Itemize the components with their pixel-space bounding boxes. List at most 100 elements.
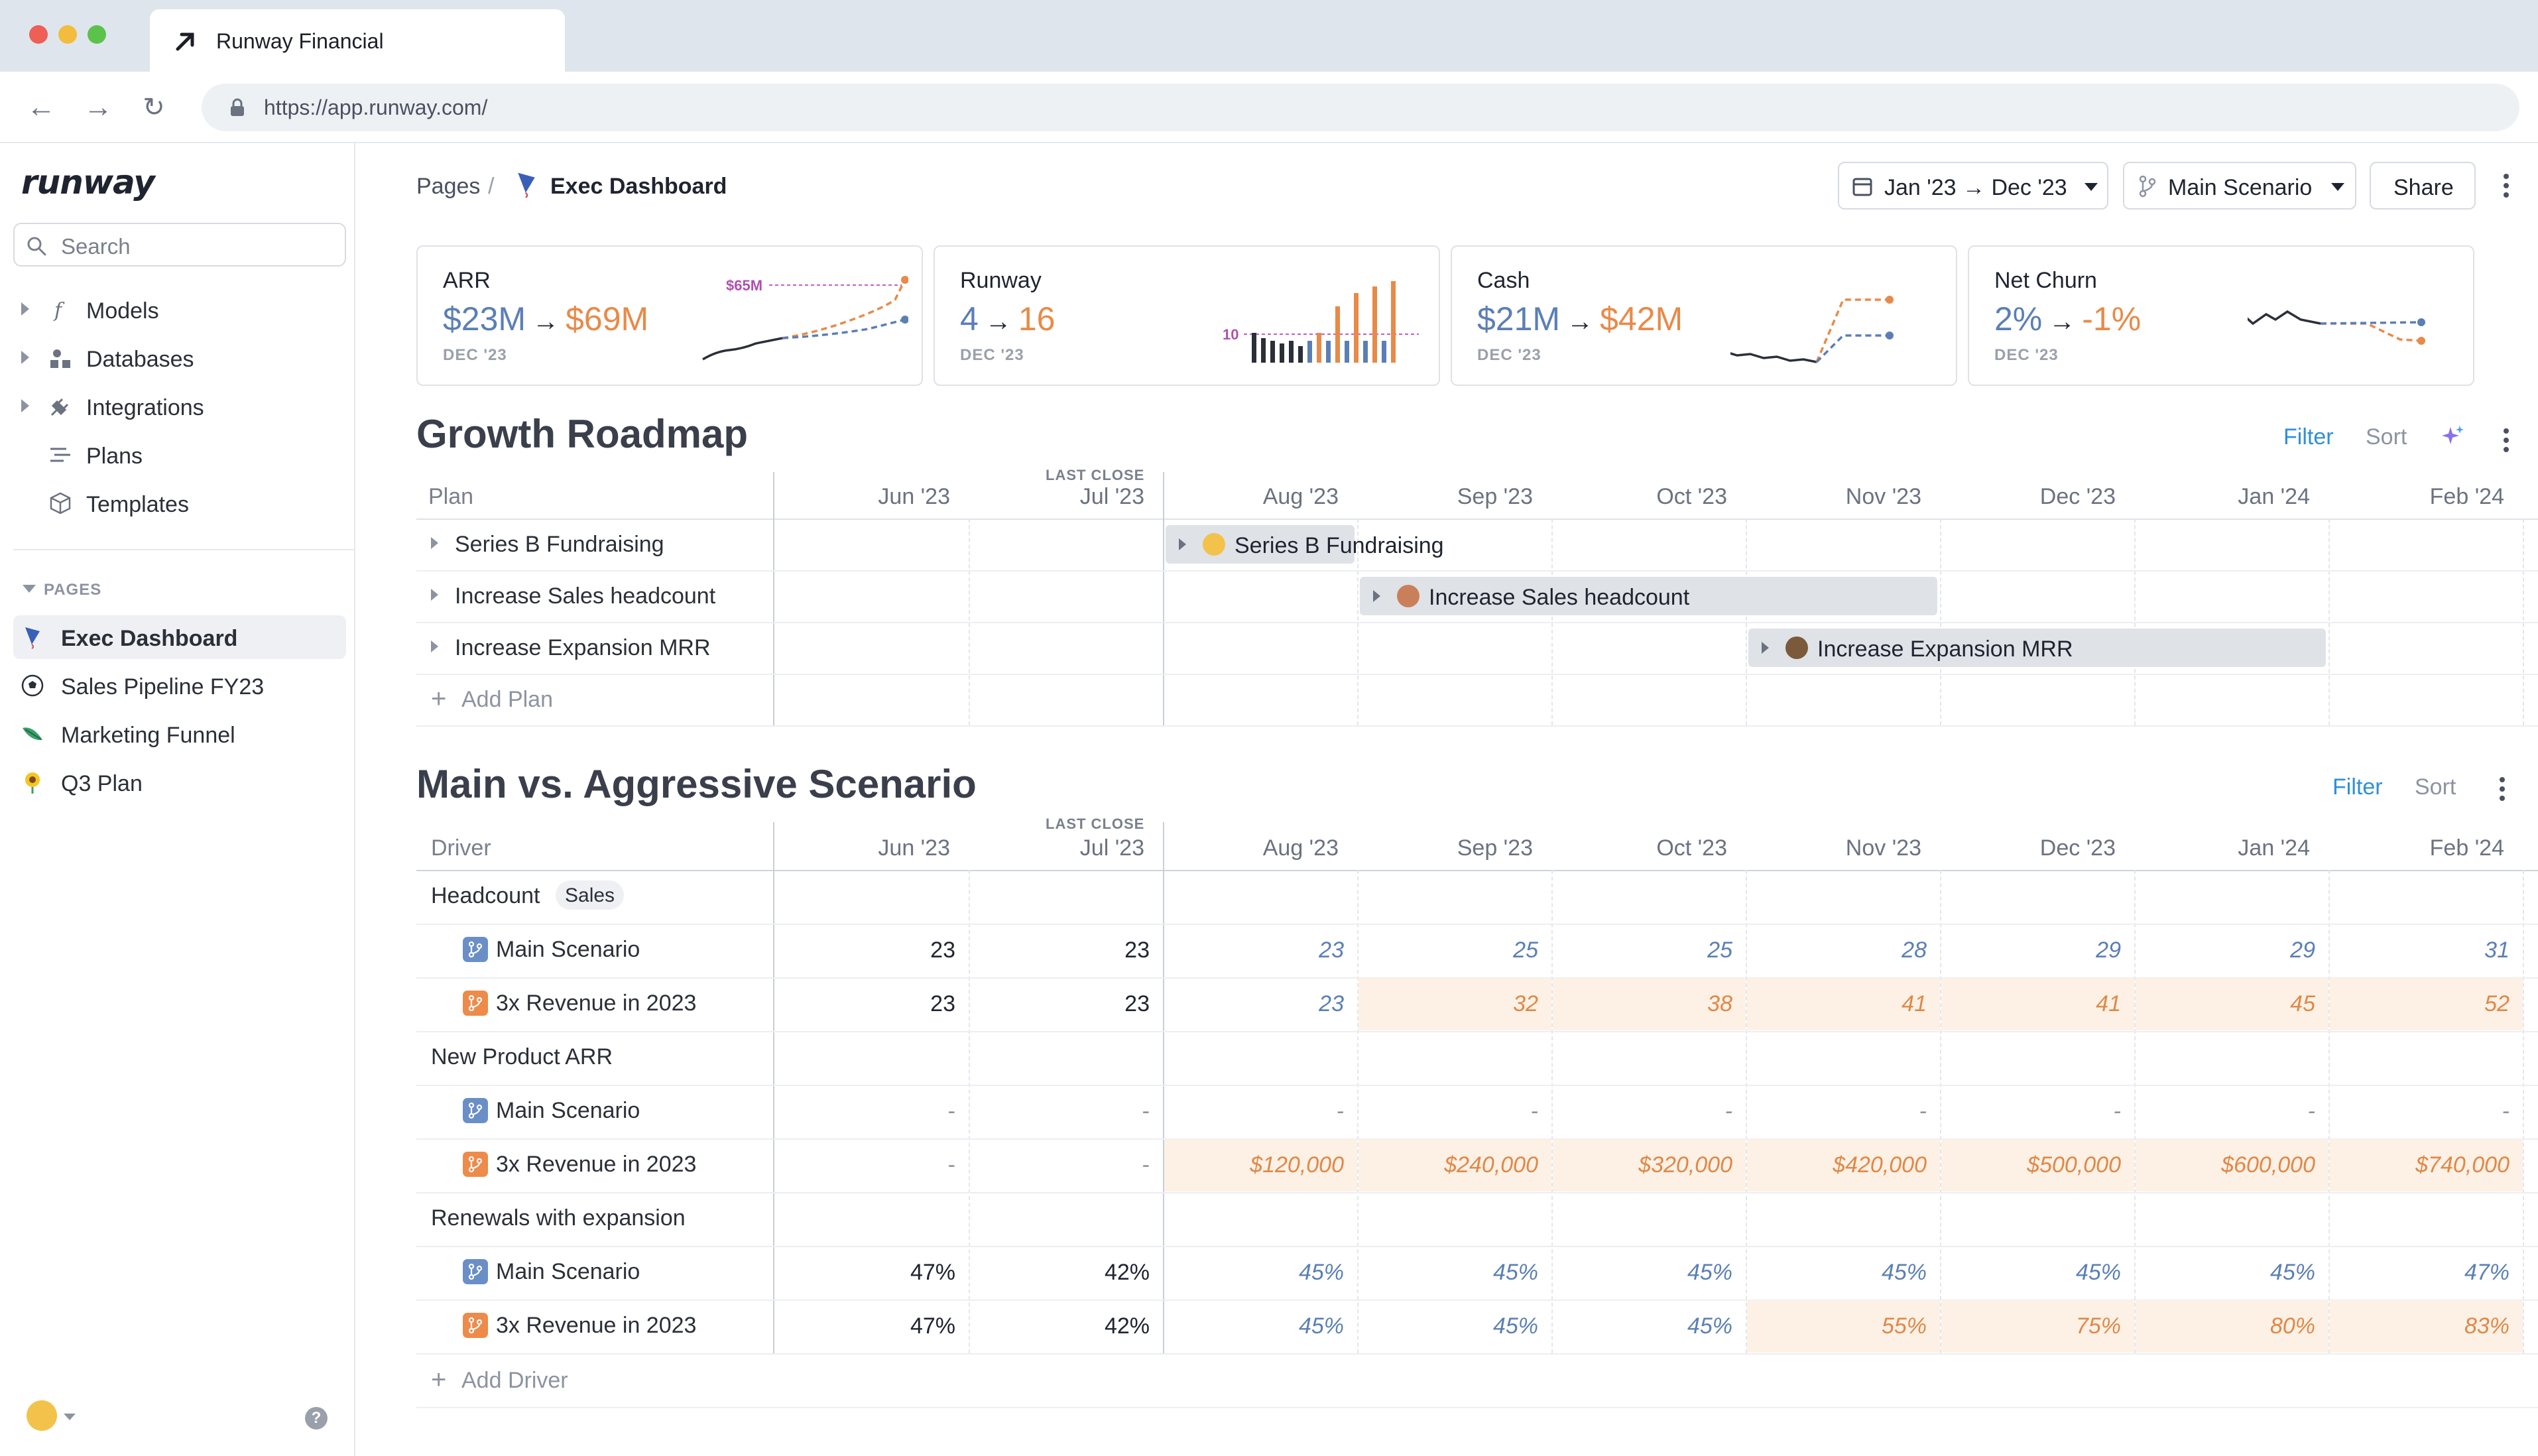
gantt-bar[interactable]: Series B Fundraising: [1166, 525, 1444, 564]
sidebar-item-templates[interactable]: Templates: [13, 481, 346, 525]
runway-logo[interactable]: runway: [21, 163, 155, 202]
table-cell[interactable]: 23: [776, 924, 969, 977]
scenario-more-icon[interactable]: [2489, 769, 2515, 809]
table-cell[interactable]: 75%: [1941, 1300, 2134, 1353]
scenario-row[interactable]: Main Scenario: [416, 924, 774, 977]
sidebar-page-sales-pipeline[interactable]: Sales Pipeline FY23: [13, 664, 346, 707]
table-cell[interactable]: $420,000: [1747, 1139, 1940, 1191]
pages-section-header[interactable]: PAGES: [20, 581, 101, 599]
expand-caret-icon[interactable]: [431, 589, 438, 601]
table-cell[interactable]: 83%: [2330, 1300, 2523, 1353]
kpi-card-net-churn[interactable]: Net Churn 2% → -1% DEC '23: [1968, 245, 2474, 386]
sparkle-ai-icon[interactable]: [2440, 423, 2466, 450]
sidebar-item-models[interactable]: f Models: [13, 288, 346, 332]
table-cell[interactable]: 23: [1164, 978, 1357, 1030]
expand-caret-icon[interactable]: [1179, 538, 1186, 550]
table-cell[interactable]: -: [2136, 1085, 2328, 1138]
scenario-row[interactable]: 3x Revenue in 2023: [416, 1138, 774, 1192]
table-cell[interactable]: 47%: [776, 1246, 969, 1299]
table-cell[interactable]: 25: [1553, 924, 1746, 977]
table-cell[interactable]: 23: [970, 978, 1163, 1030]
table-cell[interactable]: -: [2330, 1085, 2523, 1138]
window-minimize-button[interactable]: [58, 25, 77, 44]
forward-arrow-icon[interactable]: →: [81, 90, 115, 125]
table-cell[interactable]: 29: [1941, 924, 2134, 977]
table-cell[interactable]: 45%: [1941, 1246, 2134, 1299]
driver-group-row[interactable]: Renewals with expansion: [416, 1192, 774, 1246]
table-cell[interactable]: 29: [2136, 924, 2328, 977]
table-cell[interactable]: 45%: [1747, 1246, 1940, 1299]
table-cell[interactable]: 55%: [1747, 1300, 1940, 1353]
table-cell[interactable]: 47%: [776, 1300, 969, 1353]
expand-caret-icon[interactable]: [21, 302, 29, 316]
driver-group-row[interactable]: Headcount Sales: [416, 870, 774, 924]
table-cell[interactable]: 41: [1747, 978, 1940, 1030]
table-cell[interactable]: -: [1941, 1085, 2134, 1138]
expand-caret-icon[interactable]: [431, 537, 438, 549]
table-cell[interactable]: 38: [1553, 978, 1746, 1030]
table-cell[interactable]: 47%: [2330, 1246, 2523, 1299]
table-cell[interactable]: 41: [1941, 978, 2134, 1030]
gantt-bar[interactable]: Increase Sales headcount: [1360, 577, 1937, 615]
address-bar[interactable]: https://app.runway.com/: [202, 84, 2519, 131]
date-range-select[interactable]: Jan '23 → Dec '23: [1838, 162, 2108, 210]
scenario-row[interactable]: Main Scenario: [416, 1246, 774, 1300]
table-cell[interactable]: $120,000: [1164, 1139, 1357, 1191]
sidebar-item-plans[interactable]: Plans: [13, 433, 346, 477]
kpi-card-arr[interactable]: ARR $23M → $69M DEC '23 $65M: [416, 245, 923, 386]
expand-caret-icon[interactable]: [431, 640, 438, 652]
sidebar-item-integrations[interactable]: Integrations: [13, 385, 346, 428]
sidebar-item-databases[interactable]: Databases: [13, 336, 346, 380]
table-cell[interactable]: 45: [2136, 978, 2328, 1030]
more-options-icon[interactable]: [2493, 166, 2519, 206]
sidebar-page-q3-plan[interactable]: Q3 Plan: [13, 760, 346, 804]
window-maximize-button[interactable]: [88, 25, 106, 44]
sidebar-page-exec-dashboard[interactable]: Exec Dashboard: [13, 615, 346, 659]
roadmap-filter-button[interactable]: Filter: [2283, 424, 2334, 450]
roadmap-more-icon[interactable]: [2493, 420, 2519, 460]
table-cell[interactable]: $740,000: [2330, 1139, 2523, 1191]
browser-tab[interactable]: Runway Financial: [150, 9, 565, 73]
kpi-card-cash[interactable]: Cash $21M → $42M DEC '23: [1451, 245, 1957, 386]
table-cell[interactable]: 23: [776, 978, 969, 1030]
roadmap-sort-button[interactable]: Sort: [2366, 424, 2407, 450]
window-close-button[interactable]: [29, 25, 48, 44]
reload-icon[interactable]: ↻: [137, 90, 171, 125]
scenario-sort-button[interactable]: Sort: [2415, 774, 2456, 800]
table-cell[interactable]: -: [776, 1085, 969, 1138]
table-cell[interactable]: 45%: [1553, 1246, 1746, 1299]
user-avatar[interactable]: [27, 1400, 57, 1431]
expand-caret-icon[interactable]: [21, 351, 29, 364]
table-cell[interactable]: -: [1359, 1085, 1551, 1138]
search-input[interactable]: Search: [13, 223, 346, 267]
table-cell[interactable]: 42%: [970, 1300, 1163, 1353]
expand-caret-icon[interactable]: [1762, 642, 1769, 654]
table-cell[interactable]: -: [970, 1085, 1163, 1138]
table-cell[interactable]: 42%: [970, 1246, 1163, 1299]
table-cell[interactable]: -: [776, 1139, 969, 1191]
table-cell[interactable]: 45%: [2136, 1246, 2328, 1299]
table-cell[interactable]: 45%: [1164, 1300, 1357, 1353]
table-cell[interactable]: -: [1164, 1085, 1357, 1138]
breadcrumb-pages[interactable]: Pages: [416, 174, 480, 200]
back-arrow-icon[interactable]: ←: [24, 90, 58, 125]
add-driver-button[interactable]: + Add Driver: [431, 1366, 630, 1396]
scenario-row[interactable]: 3x Revenue in 2023: [416, 977, 774, 1031]
table-cell[interactable]: 52: [2330, 978, 2523, 1030]
plan-row[interactable]: Increase Expansion MRR: [416, 622, 774, 674]
table-cell[interactable]: $320,000: [1553, 1139, 1746, 1191]
table-cell[interactable]: 32: [1359, 978, 1551, 1030]
table-cell[interactable]: 45%: [1553, 1300, 1746, 1353]
table-cell[interactable]: 25: [1359, 924, 1551, 977]
table-cell[interactable]: -: [1747, 1085, 1940, 1138]
table-cell[interactable]: 45%: [1164, 1246, 1357, 1299]
expand-caret-icon[interactable]: [21, 399, 29, 412]
share-button[interactable]: Share: [2370, 162, 2476, 210]
table-cell[interactable]: $600,000: [2136, 1139, 2328, 1191]
help-icon[interactable]: ?: [305, 1407, 328, 1429]
table-cell[interactable]: 31: [2330, 924, 2523, 977]
driver-group-row[interactable]: New Product ARR: [416, 1031, 774, 1085]
scenario-filter-button[interactable]: Filter: [2332, 774, 2383, 800]
plan-row[interactable]: Series B Fundraising: [416, 518, 774, 570]
plan-row[interactable]: Increase Sales headcount: [416, 570, 774, 622]
